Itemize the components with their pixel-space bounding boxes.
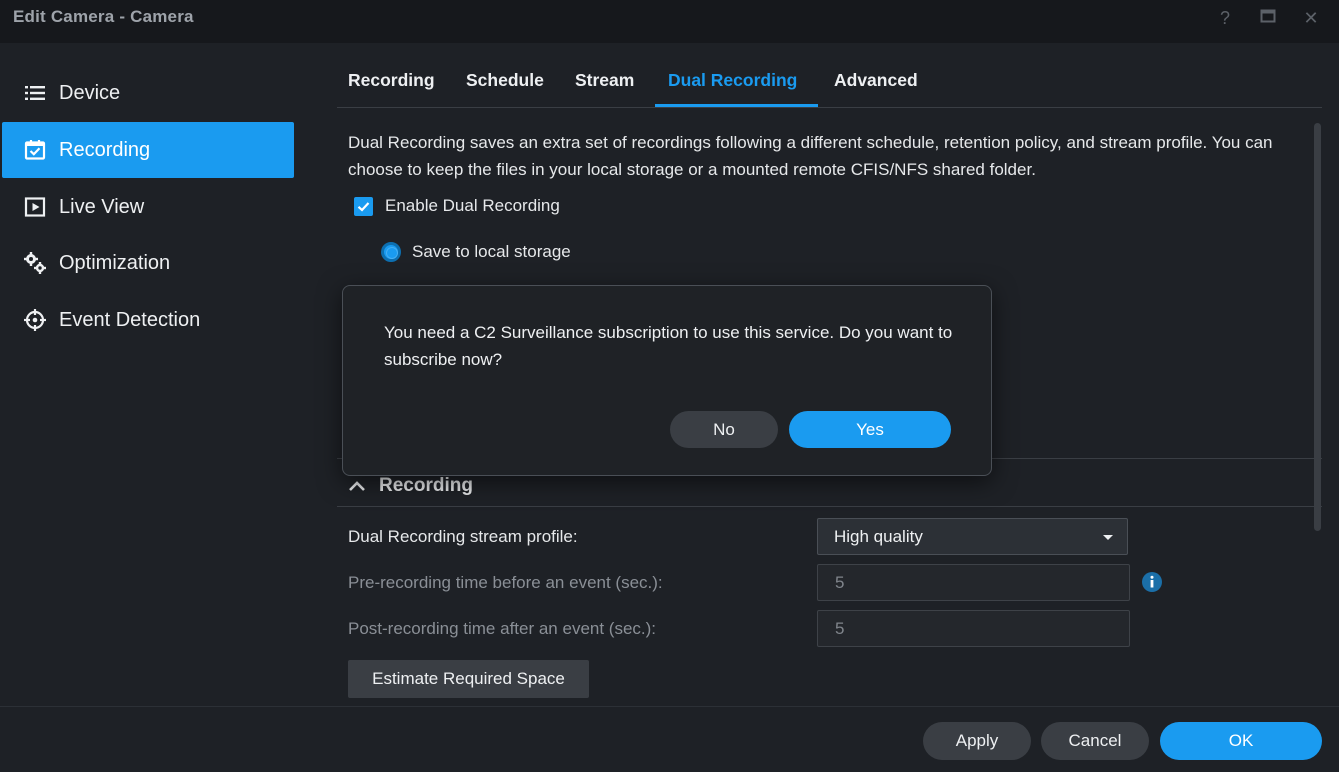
sidebar-item-label: Live View [59,195,145,218]
tab-dual-recording[interactable]: Dual Recording [668,70,797,91]
cancel-button[interactable]: Cancel [1041,722,1149,760]
footer: Apply Cancel OK [0,706,1339,772]
section-title: Recording [379,475,473,496]
info-icon[interactable] [1141,571,1163,593]
tab-bar: Recording Schedule Stream Dual Recording… [337,43,1322,108]
sidebar-item-recording[interactable]: Recording [2,122,294,178]
sidebar-item-label: Event Detection [59,308,201,331]
apply-button[interactable]: Apply [923,722,1031,760]
divider [337,506,1322,507]
tab-advanced[interactable]: Advanced [834,70,918,91]
list-icon [22,80,48,106]
title-bar: Edit Camera - Camera ? ✕ [0,0,1339,43]
close-icon[interactable]: ✕ [1300,7,1322,29]
ok-button[interactable]: OK [1160,722,1322,760]
tab-recording[interactable]: Recording [348,70,435,91]
tab-stream[interactable]: Stream [575,70,634,91]
sidebar-item-device[interactable]: Device [2,65,294,121]
description-text: Dual Recording saves an extra set of rec… [348,133,1273,179]
sidebar-item-live-view[interactable]: Live View [2,179,294,235]
post-recording-label: Post-recording time after an event (sec.… [348,619,657,638]
calendar-check-icon [22,137,48,163]
crosshair-icon [22,307,48,333]
caret-down-icon [1103,535,1113,540]
no-button[interactable]: No [670,411,778,448]
sidebar-item-label: Optimization [59,251,171,274]
enable-dual-recording-checkbox[interactable] [354,196,373,216]
tab-schedule[interactable]: Schedule [466,70,544,91]
scrollbar[interactable] [1314,123,1321,531]
pre-recording-label: Pre-recording time before an event (sec.… [348,573,663,592]
sidebar: Device Recording Live View Optimization … [0,43,307,706]
sidebar-item-label: Device [59,81,121,104]
active-tab-indicator [655,104,818,107]
enable-dual-recording-label: Enable Dual Recording [385,196,560,215]
post-recording-value: 5 [835,618,845,638]
save-local-storage-label: Save to local storage [412,242,571,261]
dialog-message: You need a C2 Surveillance subscription … [384,323,953,369]
stream-profile-value: High quality [834,526,923,546]
pre-recording-value: 5 [835,572,845,592]
sidebar-item-event-detection[interactable]: Event Detection [2,292,294,348]
stream-profile-label: Dual Recording stream profile: [348,527,578,546]
estimate-required-space-button[interactable]: Estimate Required Space [348,660,589,698]
gears-icon [22,250,48,276]
window-title: Edit Camera - Camera [13,7,194,26]
post-recording-input[interactable]: 5 [817,610,1130,647]
pre-recording-input[interactable]: 5 [817,564,1130,601]
maximize-icon[interactable] [1257,7,1279,29]
chevron-up-icon [349,481,365,491]
play-square-icon [22,194,48,220]
sidebar-item-label: Recording [59,138,151,161]
save-local-storage-row[interactable]: Save to local storage [381,242,571,262]
sidebar-item-optimization[interactable]: Optimization [2,235,294,291]
subscription-dialog: You need a C2 Surveillance subscription … [342,285,992,476]
recording-section-header[interactable]: Recording [347,475,473,497]
save-local-storage-radio[interactable] [381,242,401,262]
yes-button[interactable]: Yes [789,411,951,448]
help-icon[interactable]: ? [1214,7,1236,29]
stream-profile-select[interactable]: High quality [817,518,1128,555]
enable-dual-recording-row[interactable]: Enable Dual Recording [354,196,560,216]
